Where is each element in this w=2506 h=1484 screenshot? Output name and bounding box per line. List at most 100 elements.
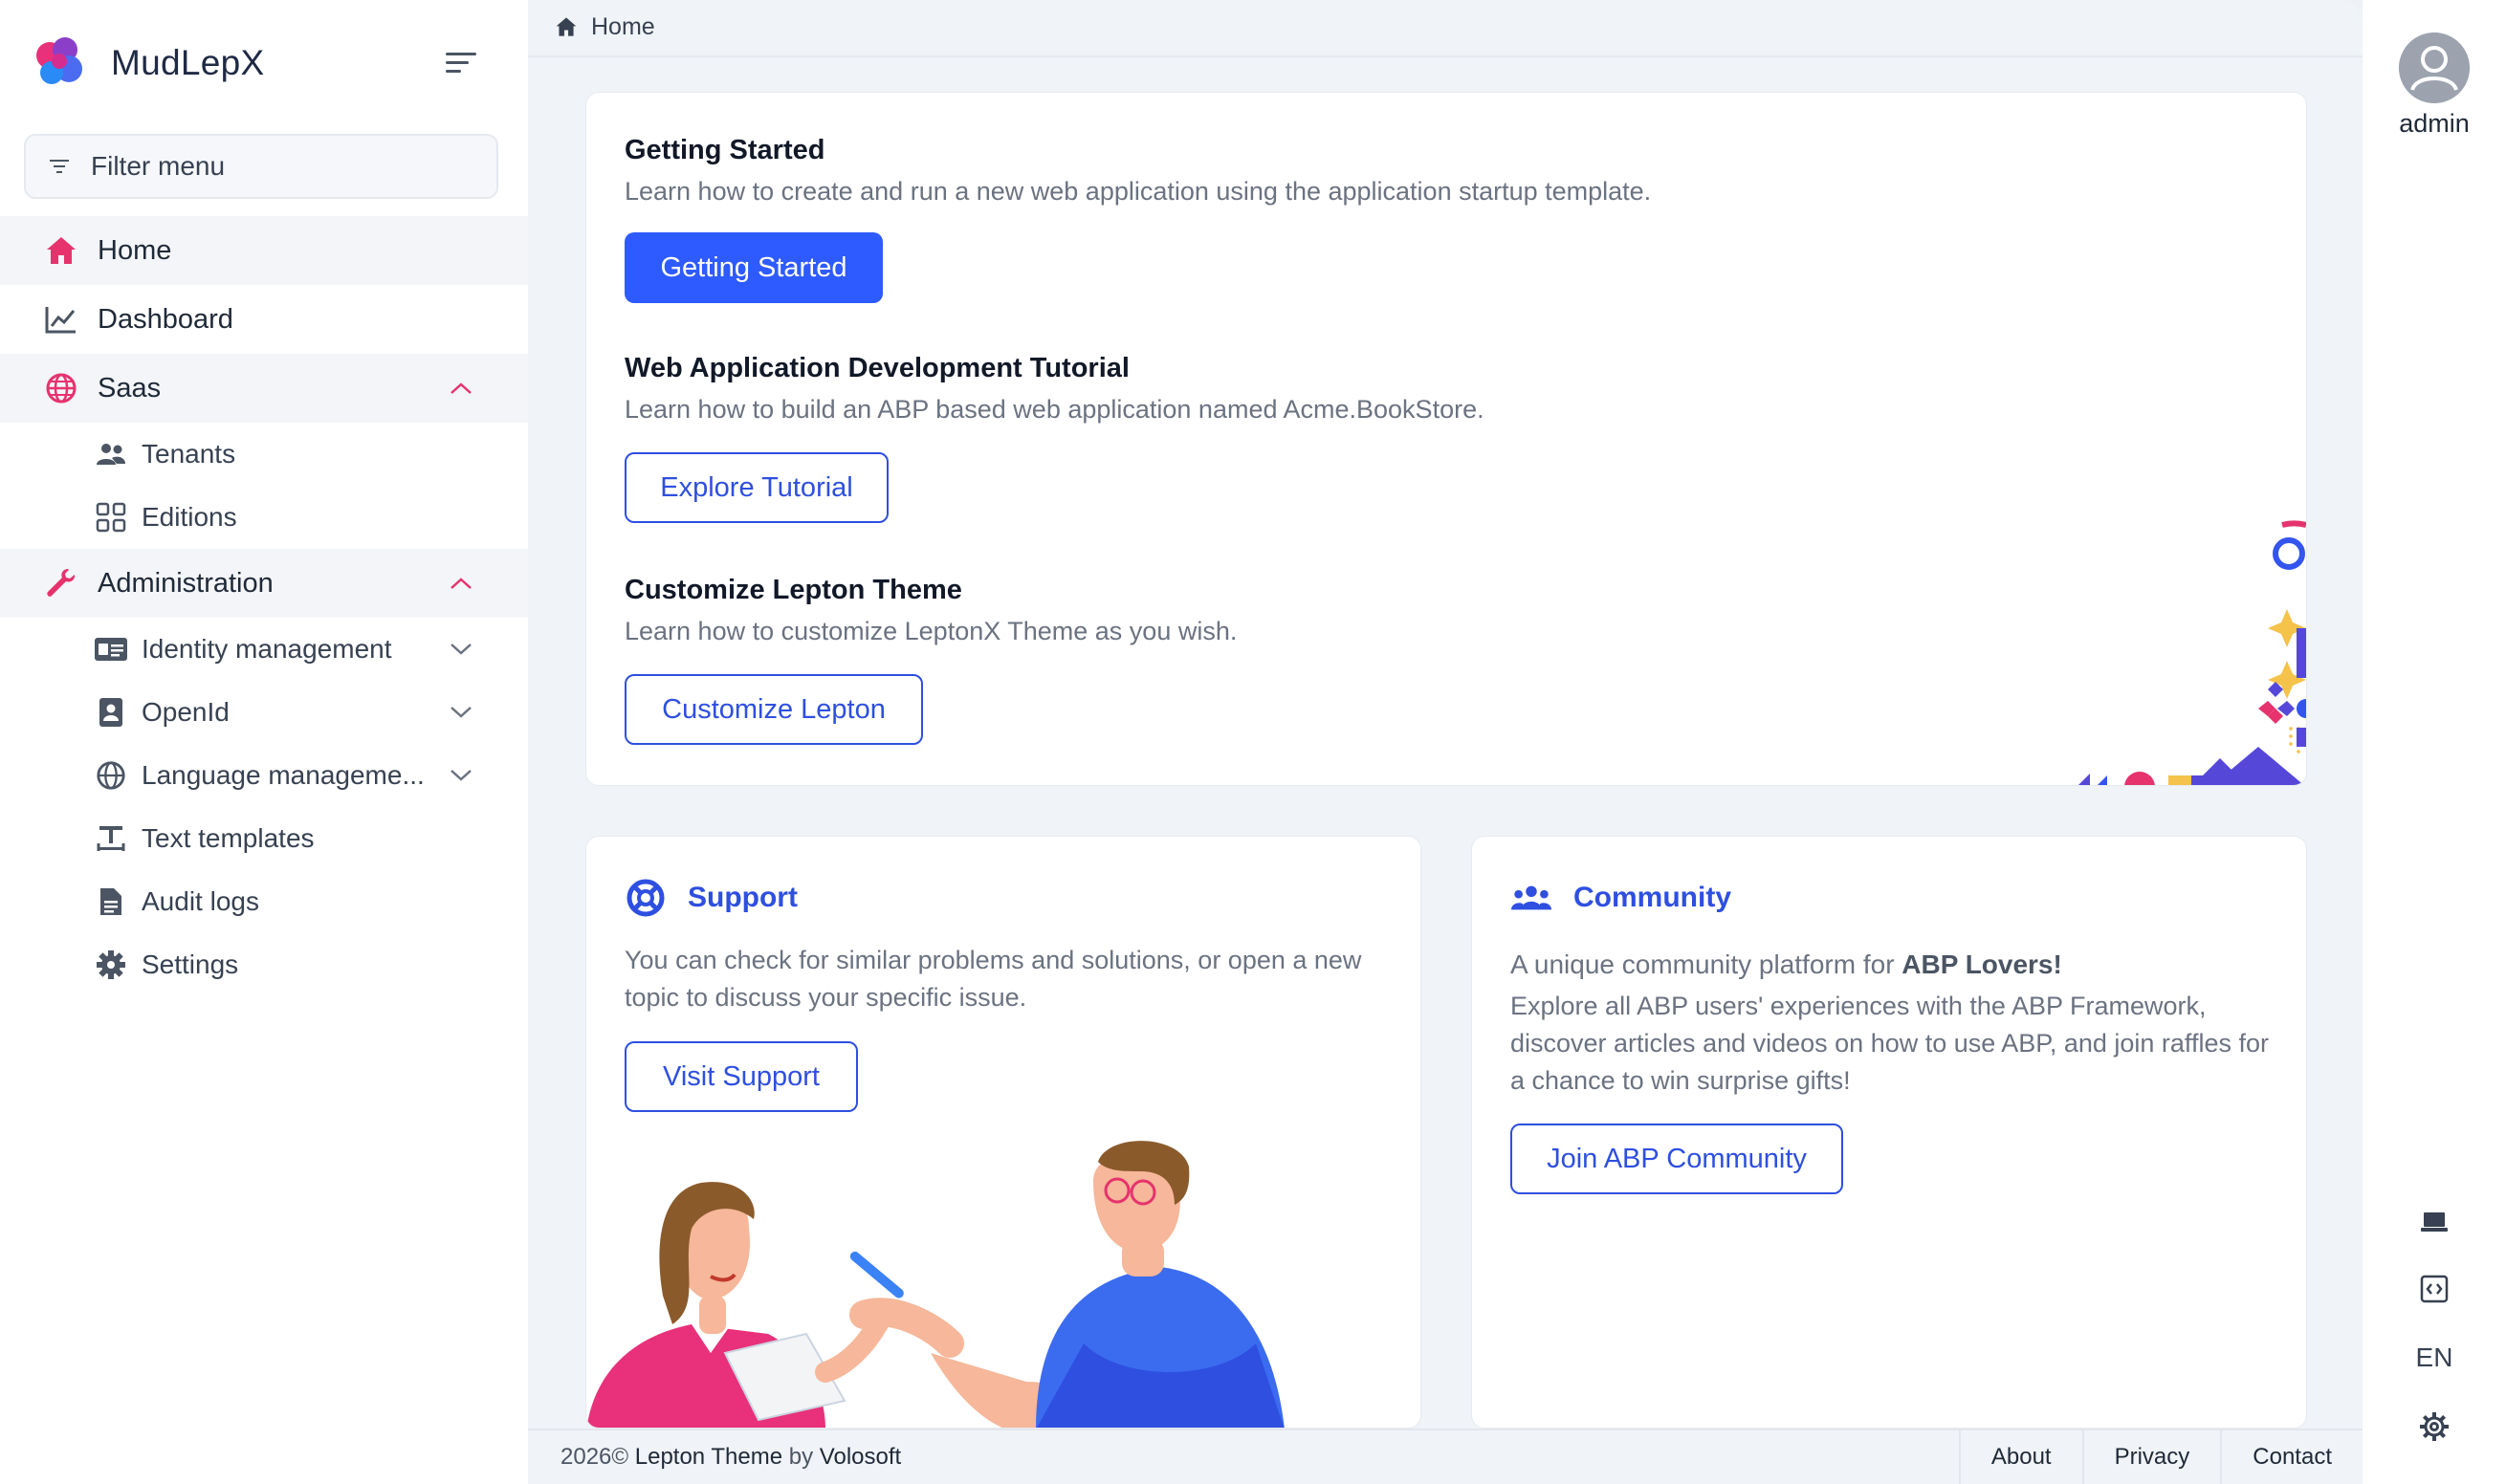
nav-item-text-templates[interactable]: Text templates (0, 807, 528, 870)
community-lead: A unique community platform for ABP Love… (1510, 946, 2275, 983)
footer-year: 2026© (561, 1444, 629, 1470)
chart-line-icon (42, 300, 80, 338)
user-name[interactable]: admin (2363, 109, 2506, 139)
code-view-button[interactable] (2409, 1264, 2459, 1314)
join-community-button[interactable]: Join ABP Community (1510, 1124, 1843, 1194)
footer-link-contact[interactable]: Contact (2220, 1430, 2363, 1484)
nav-label-audit-logs: Audit logs (142, 886, 259, 916)
globe-icon (42, 369, 80, 407)
appearance-button[interactable] (2409, 1197, 2459, 1247)
customize-lepton-button[interactable]: Customize Lepton (625, 674, 923, 745)
customize-desc: Learn how to customize LeptonX Theme as … (625, 617, 1238, 645)
getting-started-card: Getting Started Learn how to create and … (585, 92, 2307, 786)
footer-link-about[interactable]: About (1958, 1430, 2082, 1484)
support-title: Support (688, 882, 798, 913)
footer-brand[interactable]: Lepton Theme (635, 1444, 782, 1470)
file-icon (92, 883, 130, 921)
nav-item-audit-logs[interactable]: Audit logs (0, 870, 528, 933)
nav-label-tenants: Tenants (142, 439, 236, 469)
gear-icon (2420, 1412, 2449, 1441)
getting-started-title: Getting Started (625, 135, 825, 165)
brand[interactable]: MudLepX (29, 29, 265, 98)
getting-started-desc: Learn how to create and run a new web ap… (625, 177, 1652, 206)
breadcrumb: Home (551, 8, 655, 46)
settings-button[interactable] (2409, 1402, 2459, 1451)
home-icon (42, 231, 80, 270)
customize-title: Customize Lepton Theme (625, 575, 962, 605)
menu-collapse-icon (446, 53, 476, 73)
footer-company[interactable]: Volosoft (820, 1444, 901, 1470)
filter-menu-field[interactable] (24, 134, 498, 199)
text-icon (92, 819, 130, 858)
nav-label-identity: Identity management (142, 634, 392, 664)
language-selector[interactable]: EN (2409, 1333, 2459, 1383)
id-badge-icon (92, 693, 130, 731)
support-desc: You can check for similar problems and s… (625, 946, 1362, 1012)
nav-label-openid: OpenId (142, 697, 230, 727)
footer-link-privacy[interactable]: Privacy (2081, 1430, 2221, 1484)
filter-icon (50, 160, 69, 173)
right-toolbar: admin EN (2363, 0, 2506, 1484)
nav-item-editions[interactable]: Editions (0, 486, 528, 549)
user-avatar[interactable] (2399, 33, 2470, 103)
community-title: Community (1573, 882, 1731, 913)
visit-support-button[interactable]: Visit Support (625, 1041, 858, 1112)
nav-item-saas[interactable]: Saas (0, 354, 528, 423)
nav-label-editions: Editions (142, 502, 237, 532)
nav-label-dashboard: Dashboard (98, 303, 233, 335)
nav-label-settings: Settings (142, 949, 239, 979)
chevron-down-icon (442, 756, 480, 795)
nav-label-saas: Saas (98, 372, 162, 404)
chevron-down-icon (442, 693, 480, 731)
gear-icon (92, 946, 130, 984)
chevron-up-icon (442, 564, 480, 602)
collapse-menu-button[interactable] (442, 44, 480, 82)
home-icon (551, 11, 582, 42)
nav-item-dashboard[interactable]: Dashboard (0, 285, 528, 354)
nav-item-settings[interactable]: Settings (0, 933, 528, 996)
nav-item-administration[interactable]: Administration (0, 549, 528, 618)
community-lead-bold: ABP Lovers! (1901, 949, 2062, 979)
support-header: Support (625, 877, 798, 919)
nav-item-identity-management[interactable]: Identity management (0, 618, 528, 681)
nav-label-language: Language manageme... (142, 760, 425, 790)
footer-links: About Privacy Contact (1958, 1430, 2363, 1484)
breadcrumb-divider (528, 55, 2363, 57)
users-icon (1510, 877, 1552, 919)
users-icon (92, 435, 130, 473)
community-lead-prefix: A unique community platform for (1510, 949, 1902, 979)
community-desc: Explore all ABP users' experiences with … (1510, 992, 2269, 1095)
main-content: Home Getting Started Learn how to create… (528, 0, 2363, 1484)
footer-copyright: 2026© Lepton Theme by Volosoft (561, 1444, 901, 1471)
code-icon (2420, 1275, 2449, 1303)
filter-menu-input[interactable] (91, 151, 473, 182)
sidebar: MudLepX Home Dashboard (0, 0, 528, 1484)
chevron-down-icon (442, 630, 480, 668)
tutorial-desc: Learn how to build an ABP based web appl… (625, 395, 1484, 424)
brand-name: MudLepX (111, 43, 265, 82)
life-ring-icon (625, 877, 667, 919)
getting-started-button[interactable]: Getting Started (625, 232, 883, 303)
decorative-flower-illustration (2212, 682, 2306, 785)
globe-icon (92, 756, 130, 795)
nav-label-text-templates: Text templates (142, 823, 315, 853)
community-card: Community A unique community platform fo… (1471, 836, 2307, 1429)
nav-item-home[interactable]: Home (0, 216, 528, 285)
footer: 2026© Lepton Theme by Volosoft About Pri… (528, 1429, 2363, 1484)
nav-label-home: Home (98, 234, 172, 266)
id-card-icon (92, 630, 130, 668)
footer-by: by (788, 1444, 814, 1470)
main-nav: Home Dashboard Saas Tenants Editions Adm… (0, 216, 528, 996)
brand-logo-icon (36, 37, 82, 84)
user-icon (2399, 33, 2470, 103)
nav-item-tenants[interactable]: Tenants (0, 423, 528, 486)
grid-icon (92, 498, 130, 536)
nav-item-openid[interactable]: OpenId (0, 681, 528, 744)
chevron-up-icon (442, 369, 480, 407)
breadcrumb-home[interactable]: Home (591, 13, 655, 41)
nav-item-language-management[interactable]: Language manageme... (0, 744, 528, 807)
support-people-illustration (586, 1141, 1285, 1428)
support-card: Support You can check for similar proble… (585, 836, 1421, 1429)
explore-tutorial-button[interactable]: Explore Tutorial (625, 452, 889, 523)
wrench-icon (42, 564, 80, 602)
